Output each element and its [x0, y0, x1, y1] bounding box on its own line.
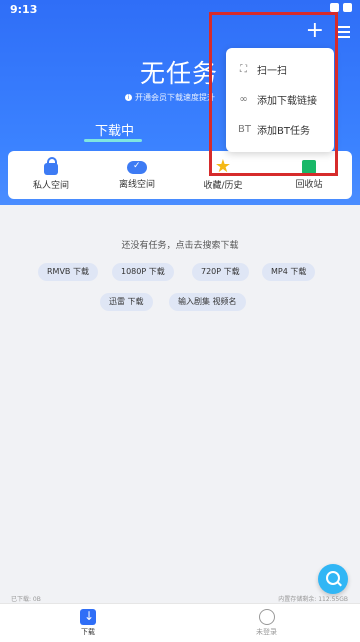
info-icon: i — [125, 94, 132, 101]
highlight-box — [209, 12, 338, 176]
search-fab-button[interactable] — [318, 564, 348, 594]
tab-downloading[interactable]: 下载中 — [95, 120, 134, 139]
private-space-button[interactable]: 私人空间 — [8, 151, 94, 199]
page-title: 无任务 — [140, 59, 219, 88]
tab-indicator — [84, 139, 142, 142]
cloud-check-icon — [127, 160, 147, 174]
offline-space-label: 离线空间 — [118, 179, 155, 190]
nav-account[interactable]: 未登录 — [256, 609, 277, 637]
lock-icon — [44, 157, 58, 175]
bottom-nav: 下载 未登录 — [0, 603, 360, 642]
private-space-label: 私人空间 — [32, 181, 69, 191]
status-icons — [330, 3, 352, 12]
user-icon — [258, 609, 275, 625]
storage-remaining: 内置存储剩余: 112.55GB — [278, 596, 348, 603]
chip-xunlei[interactable]: 迅雷 下载 — [100, 293, 153, 311]
recycle-bin-label: 回收站 — [295, 180, 323, 190]
hamburger-menu-icon[interactable] — [336, 26, 350, 41]
vip-hint[interactable]: i 开通会员下载速度提升 — [125, 92, 215, 103]
chip-720p[interactable]: 720P 下载 — [192, 263, 249, 281]
chip-mp4[interactable]: MP4 下载 — [262, 263, 316, 281]
vip-hint-text: 开通会员下载速度提升 — [135, 93, 215, 102]
download-icon — [80, 609, 96, 625]
chip-rmvb[interactable]: RMVB 下载 — [38, 263, 98, 281]
status-time: 9:13 — [10, 3, 38, 16]
nav-download-label: 下载 — [81, 628, 95, 636]
offline-space-button[interactable]: 离线空间 — [94, 151, 180, 199]
empty-message: 还没有任务，点击去搜索下载 — [121, 241, 239, 251]
chip-search-name[interactable]: 输入剧集 视频名 — [169, 293, 246, 311]
nav-account-label: 未登录 — [256, 628, 277, 636]
favorites-history-label: 收藏/历史 — [203, 181, 243, 191]
downloaded-size: 已下载: 0B — [11, 596, 41, 603]
chip-1080p[interactable]: 1080P 下载 — [112, 263, 174, 281]
nav-download[interactable]: 下载 — [80, 609, 96, 637]
